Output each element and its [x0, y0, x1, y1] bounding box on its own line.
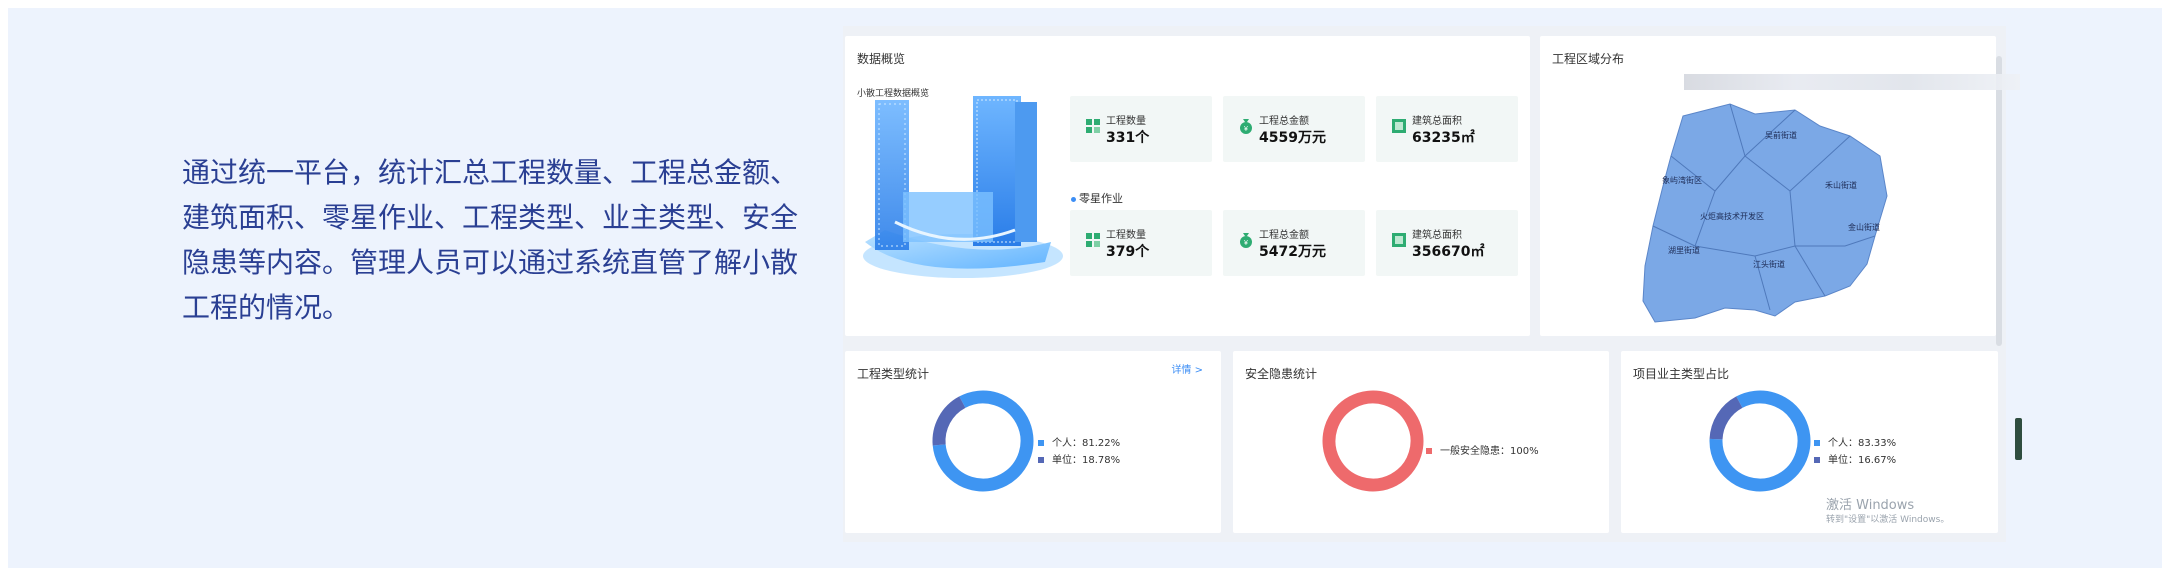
safety-stats-title: 安全隐患统计 [1245, 367, 1318, 381]
stat-card-building-area: 建筑总面积 63235㎡ [1376, 96, 1518, 162]
stat-label: 工程总金额 [1259, 116, 1309, 127]
map-label: 江头街道 [1753, 260, 1785, 269]
blurred-toolbar [1684, 74, 2020, 90]
windows-watermark-subtitle: 转到"设置"以激活 Windows。 [1826, 515, 1950, 525]
legend-swatch [1814, 457, 1820, 463]
segment-label: 零星作业 [1071, 190, 1123, 206]
owner-donut-chart [1709, 390, 1811, 492]
svg-text:¥: ¥ [1244, 240, 1248, 247]
donut-segment [932, 390, 1034, 492]
map-label: 吴前街道 [1765, 131, 1797, 140]
stat-label: 工程总金额 [1259, 230, 1309, 241]
legend-swatch [1426, 448, 1432, 454]
map-label: 象屿湾街区 [1662, 176, 1702, 185]
legend-value: 16.67% [1858, 455, 1897, 466]
money-bag-icon: ¥ [1240, 119, 1252, 134]
scrollbar[interactable] [1996, 56, 2002, 346]
stat-card-building-area: 建筑总面积 356670㎡ [1376, 210, 1518, 276]
donut-segment [932, 390, 1034, 492]
stat-value: 379个 [1106, 244, 1150, 260]
legend-item: 一般安全隐患：100% [1426, 442, 1539, 459]
description-line: 建筑面积、零星作业、工程类型、业主类型、安全 [182, 201, 799, 234]
legend-name: 单位 [1052, 455, 1072, 466]
stat-value: 5472万元 [1259, 244, 1326, 260]
bullet-icon [1071, 196, 1076, 202]
owner-legend: 个人：83.33% 单位：16.67% [1814, 434, 1896, 468]
legend-item: 单位：16.67% [1814, 451, 1896, 468]
grid-icon [1086, 233, 1100, 247]
stat-value: 4559万元 [1259, 130, 1326, 146]
legend-item: 个人：83.33% [1814, 434, 1896, 451]
type-donut-chart [932, 390, 1034, 492]
stat-card-total-amount: ¥ 工程总金额 5472万元 [1223, 210, 1365, 276]
legend-value: 81.22% [1082, 438, 1121, 449]
legend-name: 单位 [1828, 455, 1848, 466]
stat-label: 工程数量 [1106, 230, 1146, 241]
legend-swatch [1038, 440, 1044, 446]
area-icon [1392, 233, 1406, 247]
type-stats-title: 工程类型统计 [857, 367, 930, 381]
owner-stats-title: 项目业主类型占比 [1633, 367, 1730, 381]
safety-stats-card: 安全隐患统计 一般安全隐患：100% [1233, 351, 1609, 533]
map-label: 金山街道 [1848, 223, 1880, 232]
safety-legend: 一般安全隐患：100% [1426, 442, 1539, 459]
feature-description: 通过统一平台，统计汇总工程数量、工程总金额、 建筑面积、零星作业、工程类型、业主… [182, 150, 802, 330]
type-stats-card: 工程类型统计 详情 > 个人：81.22% 单位：18.78% [845, 351, 1221, 533]
stat-value: 63235㎡ [1412, 130, 1475, 146]
stat-value: 331个 [1106, 130, 1150, 146]
stat-card-project-count: 工程数量 331个 [1070, 96, 1212, 162]
legend-swatch [1038, 457, 1044, 463]
description-line: 通过统一平台，统计汇总工程数量、工程总金额、 [182, 156, 799, 189]
side-tab[interactable] [2015, 418, 2022, 460]
region-title: 工程区域分布 [1552, 52, 1625, 66]
donut-segment [1322, 390, 1424, 492]
grid-icon [1086, 119, 1100, 133]
overview-card: 数据概览 小散工程数据概览 工程数量 331个 ¥ 工程总金额 4559万元 建… [845, 36, 1530, 336]
owner-stats-card: 项目业主类型占比 个人：83.33% 单位：16.67% [1621, 351, 1998, 533]
legend-value: 18.78% [1082, 455, 1121, 466]
map-label: 禾山街道 [1825, 181, 1857, 190]
legend-item: 单位：18.78% [1038, 451, 1120, 468]
stat-label: 建筑总面积 [1412, 116, 1462, 127]
safety-donut-chart [1322, 390, 1424, 492]
description-line: 工程的情况。 [182, 291, 351, 324]
legend-name: 个人 [1052, 438, 1072, 449]
stat-card-project-count: 工程数量 379个 [1070, 210, 1212, 276]
legend-value: 83.33% [1858, 438, 1897, 449]
map-label: 湖里街道 [1668, 246, 1700, 255]
money-bag-icon: ¥ [1240, 233, 1252, 248]
segment-label-text: 零星作业 [1079, 192, 1123, 205]
donut-segment [1709, 390, 1811, 492]
area-icon [1392, 119, 1406, 133]
legend-name: 一般安全隐患 [1440, 446, 1500, 457]
windows-watermark-title: 激活 Windows [1826, 498, 1915, 513]
legend-item: 个人：81.22% [1038, 434, 1120, 451]
svg-text:¥: ¥ [1244, 126, 1248, 133]
donut-segment [1709, 390, 1811, 492]
stat-value: 356670㎡ [1412, 244, 1485, 260]
detail-link[interactable]: 详情 > [1171, 361, 1203, 376]
legend-value: 100% [1510, 446, 1539, 457]
stat-label: 建筑总面积 [1412, 230, 1462, 241]
building-illustration [863, 96, 1063, 278]
overview-title: 数据概览 [857, 52, 906, 66]
stat-card-total-amount: ¥ 工程总金额 4559万元 [1223, 96, 1365, 162]
dashboard-screenshot: 数据概览 小散工程数据概览 工程数量 331个 ¥ 工程总金额 4559万元 建… [843, 26, 2006, 542]
legend-name: 个人 [1828, 438, 1848, 449]
stat-label: 工程数量 [1106, 116, 1146, 127]
map-label: 火炬高技术开发区 [1700, 212, 1764, 221]
legend-swatch [1814, 440, 1820, 446]
description-line: 隐患等内容。管理人员可以通过系统直管了解小散 [182, 246, 799, 279]
type-legend: 个人：81.22% 单位：18.78% [1038, 434, 1120, 468]
